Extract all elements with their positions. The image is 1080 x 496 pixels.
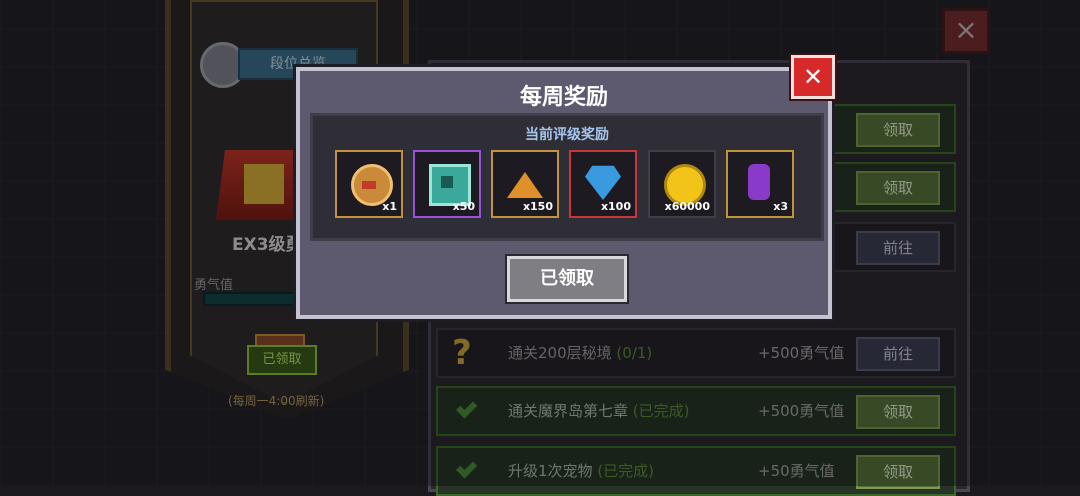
reward-quantity: x100	[600, 200, 631, 213]
ore-pile-icon	[507, 172, 543, 198]
purple-potion-icon	[748, 164, 770, 200]
claimed-button[interactable]: 已领取	[507, 256, 627, 302]
blue-diamond-icon	[585, 165, 621, 200]
reward-subtitle: 当前评级奖励	[525, 127, 609, 143]
weekly-reward-modal: 每周奖励 当前评级奖励 x1 x50 x150 x100 x60000 x3 已领取	[296, 67, 832, 319]
reward-box: 当前评级奖励 x1 x50 x150 x100 x60000 x3	[310, 113, 824, 241]
reward-item[interactable]: x1	[335, 150, 403, 218]
reward-quantity: x60000	[664, 200, 710, 213]
modal-title: 每周奖励	[519, 85, 608, 110]
reward-quantity: x3	[773, 200, 788, 213]
reward-item[interactable]: x50	[413, 150, 481, 218]
reward-item[interactable]: x150	[491, 150, 559, 218]
reward-quantity: x150	[522, 200, 553, 213]
reward-item[interactable]: x60000	[648, 150, 716, 218]
reward-item[interactable]: x100	[569, 150, 637, 218]
reward-item[interactable]: x3	[726, 150, 794, 218]
reward-quantity: x1	[382, 200, 397, 213]
reward-quantity: x50	[452, 200, 475, 213]
close-icon[interactable]: ✕	[791, 55, 835, 99]
